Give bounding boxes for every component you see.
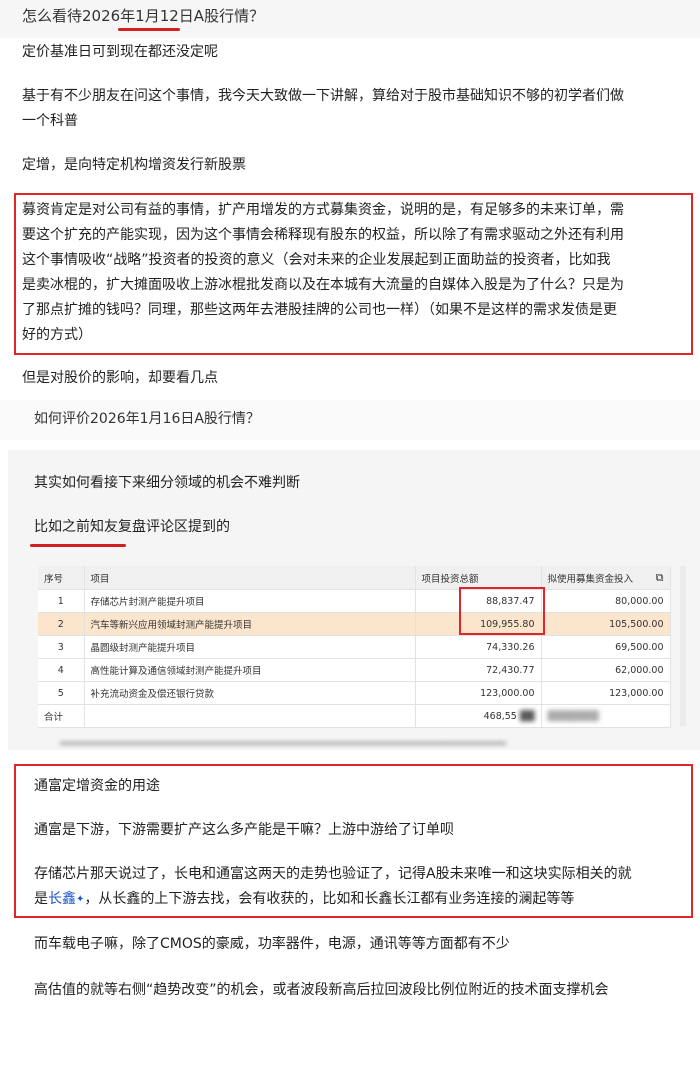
- paragraph: 一个科普: [22, 113, 78, 129]
- box-line: 了那点扩摊的钱吗？同理，那些这两年去港股挂牌的公司也一样）（如果不是这样的需求发…: [22, 302, 617, 318]
- fundraising-table: 序号 项目 项目投资总额 拟使用募集资金投入 ⧉ 1 存储芯片封测产能提升项目 8…: [38, 566, 671, 728]
- table-cell: 补充流动资金及偿还银行贷款: [84, 681, 416, 705]
- table-header: 项目投资总额: [415, 566, 542, 590]
- paragraph: 定价基准日可到现在都还没定呢: [22, 44, 218, 60]
- question2-title[interactable]: 如何评价2026年1月16日A股行情？: [34, 407, 260, 432]
- box-line: 通富是下游，下游需要扩产这么多产能是干嘛？上游中游给了订单呗: [34, 822, 454, 838]
- table-header: 项目: [84, 566, 416, 590]
- paragraph: 定增，是向特定机构增资发行新股票: [22, 157, 246, 173]
- table-header: 拟使用募集资金投入 ⧉: [541, 566, 671, 590]
- paragraph: 而车载电子嘛，除了CMOS的豪威，功率器件，电源，通讯等等方面都有不少: [34, 936, 510, 952]
- table-cell: [84, 704, 416, 728]
- table-cell: 105,500.00: [541, 612, 671, 636]
- box-line: 存储芯片那天说过了，长电和通富这两天的走势也验证了，记得A股未来唯一和这块实际相…: [34, 866, 632, 882]
- table-cell: 62,000.00: [541, 658, 671, 682]
- table-cell: 高性能计算及通信领域封测产能提升项目: [84, 658, 416, 682]
- table-row: 4 高性能计算及通信领域封测产能提升项目 72,430.77 62,000.00: [38, 658, 671, 682]
- table-cell: 74,330.26: [415, 635, 542, 659]
- table-row: 3 晶圆级封测产能提升项目 74,330.26 69,500.00: [38, 635, 671, 659]
- box-line: 这个事情吸收“战略”投资者的投资的意义（会对未来的企业发展起到正面助益的投资者，…: [22, 252, 611, 268]
- blurred-caption: ▔▔▔▔▔▔▔▔▔▔▔▔▔▔▔▔▔▔▔▔▔▔▔▔▔▔▔▔▔▔▔▔▔▔▔▔▔▔▔▔…: [60, 744, 507, 755]
- table-cell: 1: [38, 589, 85, 613]
- box-line: 是长鑫✦，从长鑫的上下游去找，会有收获的，比如和长鑫长江都有业务连接的澜起等等: [34, 891, 575, 907]
- table-cell: 72,430.77: [415, 658, 542, 682]
- table-cell: 468,55 ▓▓: [415, 704, 542, 728]
- box-title: 通富定增资金的用途: [34, 778, 160, 794]
- table-cell: 80,000.00: [541, 589, 671, 613]
- table-cell: 123,000.00: [541, 681, 671, 705]
- table-cell: 合计: [38, 704, 85, 728]
- paragraph: 其实如何看接下来细分领域的机会不难判断: [34, 475, 300, 491]
- question1-date-underline: [118, 28, 180, 31]
- table-cell: 2: [38, 612, 85, 636]
- paragraph: 但是对股价的影响，却要看几点: [22, 370, 218, 386]
- paragraph: 比如之前知友复盘评论区提到的: [34, 519, 230, 535]
- box-line: 好的方式）: [22, 327, 92, 343]
- question1-title[interactable]: 怎么看待2026年1月12日A股行情？: [22, 4, 264, 29]
- table-row: 5 补充流动资金及偿还银行贷款 123,000.00 123,000.00: [38, 681, 671, 705]
- table-cell: 69,500.00: [541, 635, 671, 659]
- paragraph: 基于有不少朋友在问这个事情，我今天大致做一下讲解，算给对于股市基础知识不够的初学…: [22, 88, 624, 104]
- table-row: 1 存储芯片封测产能提升项目 88,837.47 80,000.00: [38, 589, 671, 613]
- amount-highlight-box: [459, 587, 545, 635]
- copy-icon[interactable]: ⧉: [656, 571, 664, 585]
- paragraph: 高估值的就等右侧“趋势改变”的机会，或者波段新高后拉回波段比例位附近的技术面支撑…: [34, 982, 609, 998]
- table-cell: 3: [38, 635, 85, 659]
- box-line: 是卖冰棍的，扩大摊面吸收上游冰棍批发商以及在本城有大流量的自媒体入股是为了什么？…: [22, 277, 624, 293]
- table-cell: 5: [38, 681, 85, 705]
- table-row-highlighted: 2 汽车等新兴应用领域封测产能提升项目 109,955.80 105,500.0…: [38, 612, 671, 636]
- table-cell: ▓▓▓▓▓▓▓: [541, 704, 671, 728]
- table-header: 序号: [38, 566, 85, 590]
- table-cell: 晶圆级封测产能提升项目: [84, 635, 416, 659]
- table-cell: 汽车等新兴应用领域封测产能提升项目: [84, 612, 416, 636]
- table-total-row: 合计 468,55 ▓▓ ▓▓▓▓▓▓▓: [38, 704, 671, 728]
- table-cell: 存储芯片封测产能提升项目: [84, 589, 416, 613]
- table-cell: 4: [38, 658, 85, 682]
- table-cell: 123,000.00: [415, 681, 542, 705]
- box-line: 募资肯定是对公司有益的事情，扩产用增发的方式募集资金，说明的是，有足够多的未来订…: [22, 202, 624, 218]
- table-scrollbar[interactable]: [680, 566, 686, 726]
- box-line: 要这个扩充的产能实现，因为这个事情会稀释现有股东的权益，所以除了有需求驱动之外还…: [22, 227, 624, 243]
- stock-link-changxin[interactable]: 长鑫: [48, 891, 76, 907]
- comment-underline: [30, 544, 126, 547]
- table-header-row: 序号 项目 项目投资总额 拟使用募集资金投入 ⧉: [38, 566, 671, 590]
